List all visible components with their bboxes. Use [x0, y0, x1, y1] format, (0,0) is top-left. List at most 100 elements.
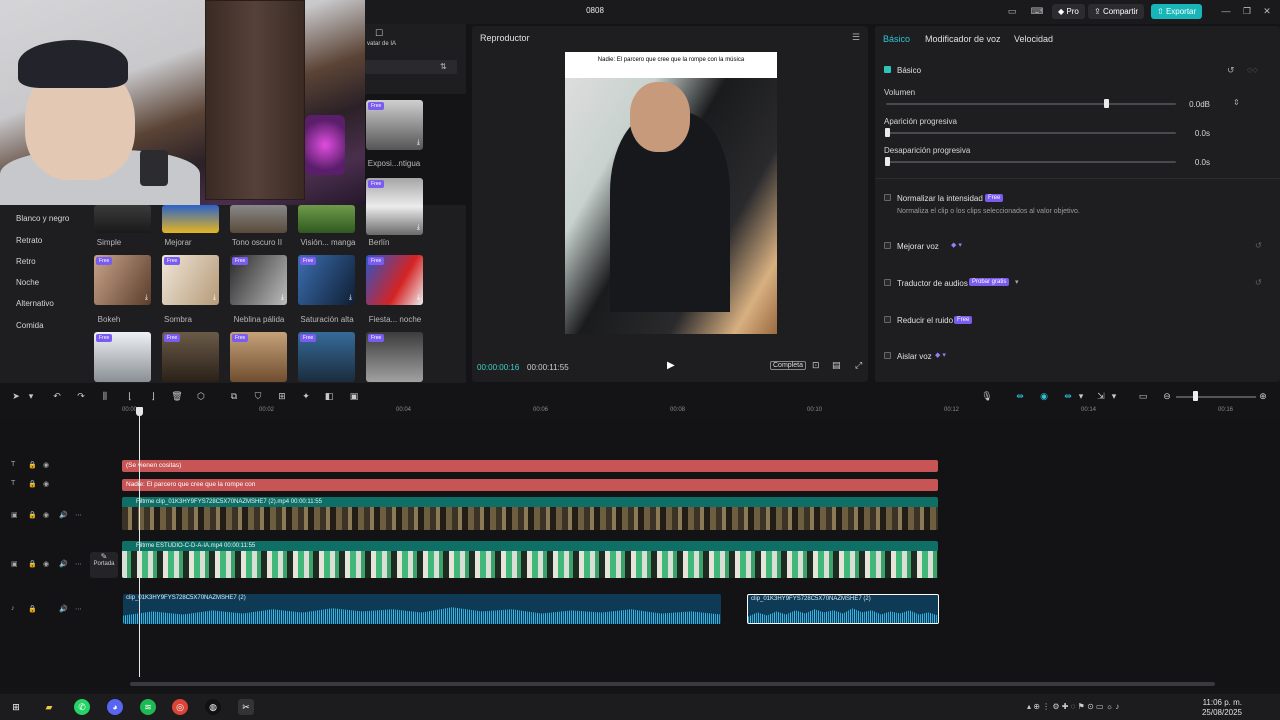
reset-icon[interactable]: ↺ [1227, 65, 1235, 76]
speaker-icon[interactable]: 🔊 [59, 560, 68, 568]
avatar-icon[interactable]: ☐ [375, 28, 383, 39]
category-food[interactable]: Comida [16, 321, 44, 330]
volume-slider[interactable] [886, 103, 1176, 105]
eye-icon[interactable]: ◉ [43, 480, 49, 488]
enhance-voice-checkbox[interactable] [884, 242, 891, 249]
category-portrait[interactable]: Retrato [16, 236, 42, 245]
more-icon[interactable]: ⋯ [75, 560, 82, 568]
file-explorer-icon[interactable]: ▰ [41, 699, 57, 715]
reset-icon[interactable]: ↺ [1255, 241, 1262, 250]
windows-start-icon[interactable]: ⊞ [8, 699, 24, 715]
tab-voice-changer[interactable]: Modificador de voz [925, 34, 1001, 44]
audio-clip-selected[interactable]: clip_01K3HY9FYS728C5X70NAZMSHE7 (2) [747, 594, 939, 624]
preview-axis-icon[interactable]: ⇲ [1095, 390, 1107, 402]
ratio-icon[interactable]: ▤ [832, 360, 841, 371]
fade-in-slider[interactable] [886, 132, 1176, 134]
download-icon[interactable]: ⤓ [213, 294, 216, 302]
basic-section-checkbox[interactable] [884, 66, 891, 73]
trim-right-icon[interactable]: ⌋ [147, 390, 159, 402]
lock-icon[interactable]: 🔒 [28, 511, 37, 519]
video-clip[interactable]: Filtrme clip_01K3HY9FYS728C5X70NAZMSHE7 … [122, 497, 938, 530]
keyframe-icon[interactable]: ◇◇ [1247, 66, 1258, 74]
export-button[interactable]: ⇧ Exportar [1151, 4, 1203, 19]
whatsapp-icon[interactable]: ✆ [74, 699, 90, 715]
filter-thumb-berlin[interactable]: Free ⤓ [366, 178, 423, 235]
volume-stepper[interactable]: ⇕ [1233, 98, 1240, 107]
close-icon[interactable]: ✕ [1260, 6, 1274, 17]
normalize-checkbox[interactable] [884, 194, 891, 201]
obs-icon[interactable]: ◍ [205, 699, 221, 715]
spotify-icon[interactable]: ≋ [140, 699, 156, 715]
redo-icon[interactable]: ↷ [75, 390, 87, 402]
category-retro[interactable]: Retro [16, 257, 36, 266]
text-clip[interactable]: Nadie: El parcero que cree que la rompe … [122, 479, 938, 491]
download-icon[interactable]: ⤓ [145, 294, 148, 302]
frame-icon[interactable]: ▣ [348, 390, 360, 402]
lock-icon[interactable]: 🔒 [28, 560, 37, 568]
chevron-down-icon[interactable]: ▾ [1015, 278, 1019, 286]
audio-translator-checkbox[interactable] [884, 279, 891, 286]
filter-thumb-mejorar[interactable] [162, 205, 219, 233]
reset-icon[interactable]: ↺ [1255, 278, 1262, 287]
share-button[interactable]: ⇪ Compartir [1088, 4, 1145, 19]
discord-icon[interactable]: ◕ [107, 699, 123, 715]
category-night[interactable]: Noche [16, 278, 39, 287]
mirror-icon[interactable]: ◧ [323, 390, 335, 402]
filter-thumb-bokeh[interactable]: Free ⤓ [94, 255, 151, 305]
filter-thumb-neblina[interactable]: Free ⤓ [230, 255, 287, 305]
more-icon[interactable]: ⋯ [75, 511, 82, 519]
filter-thumb-saturacion[interactable]: Free ⤓ [298, 255, 355, 305]
marker-icon[interactable]: ⬡ [195, 390, 207, 402]
playhead[interactable] [139, 407, 140, 677]
play-icon[interactable]: ▶ [667, 360, 675, 371]
chevron-down-icon[interactable]: ▾ [1075, 390, 1087, 402]
chrome-icon[interactable]: ◎ [172, 699, 188, 715]
aspect-ratio-button[interactable]: Completa [770, 361, 806, 370]
maximize-icon[interactable]: ❐ [1240, 6, 1254, 17]
filter-thumb-row2-1[interactable]: Free [94, 332, 151, 382]
magnet-icon[interactable]: ◉ [1038, 390, 1050, 402]
filter-thumb-sombra[interactable]: Free ⤓ [162, 255, 219, 305]
fade-out-slider[interactable] [886, 161, 1176, 163]
select-tool-icon[interactable]: ➤ [10, 390, 22, 402]
fade-out-value[interactable]: 0.0s [1180, 158, 1210, 167]
microphone-icon[interactable]: 🎙 [981, 390, 993, 402]
eye-icon[interactable]: ◉ [43, 560, 49, 568]
split-icon[interactable]: ⫼ [99, 390, 111, 402]
category-alternative[interactable]: Alternativo [16, 299, 54, 308]
filter-thumb-vision[interactable] [298, 205, 355, 233]
fullscreen-icon[interactable]: ⤢ [855, 360, 862, 371]
grid-icon[interactable]: ⊞ [276, 390, 288, 402]
snap-icon[interactable]: ⇹ [1062, 390, 1074, 402]
link-icon[interactable]: ⇹ [1014, 390, 1026, 402]
noise-reduction-checkbox[interactable] [884, 316, 891, 323]
zoom-slider[interactable] [1176, 396, 1256, 398]
text-clip[interactable]: (Se vienen cositas) [122, 460, 938, 472]
filter-thumb-row2-5[interactable]: Free [366, 332, 423, 382]
filter-sort-icon[interactable]: ⇅ [440, 62, 447, 71]
category-bw[interactable]: Blanco y negro [16, 214, 69, 223]
capcut-icon[interactable]: ✂ [238, 699, 254, 715]
shield-icon[interactable]: ⛉ [252, 390, 264, 402]
caption-icon[interactable]: ▭ [1137, 390, 1149, 402]
tab-speed[interactable]: Velocidad [1014, 34, 1053, 44]
filter-thumb-exposicion[interactable]: Free ⤓ [366, 100, 423, 150]
system-clock[interactable]: 11:06 p. m. 25/08/2025 [1202, 698, 1242, 718]
download-icon[interactable]: ⤓ [349, 294, 352, 302]
layout-icon[interactable]: ▭ [1005, 6, 1019, 17]
filter-thumb-row2-3[interactable]: Free [230, 332, 287, 382]
pro-button[interactable]: ◆ Pro [1052, 4, 1085, 19]
download-icon[interactable]: ⤓ [281, 294, 284, 302]
chevron-down-icon[interactable]: ▾ [1108, 390, 1120, 402]
filter-thumb-row2-2[interactable]: Free [162, 332, 219, 382]
player-menu-icon[interactable]: ☰ [852, 32, 860, 43]
main-video-clip[interactable]: Filtrme ESTUDIO-C-D-A-IA.mp4 00:00:11:55 [122, 541, 938, 578]
speaker-icon[interactable]: 🔊 [59, 511, 68, 519]
undo-icon[interactable]: ↶ [51, 390, 63, 402]
tray-icons[interactable]: ▴ ⊕ ⋮ ⚙ ✚ ◌ ⚑ ⊙ ▭ ☼ ♪ [1027, 702, 1119, 711]
trim-left-icon[interactable]: ⌊ [124, 390, 136, 402]
isolate-voice-checkbox[interactable] [884, 352, 891, 359]
zoom-slider-knob[interactable] [1193, 391, 1198, 401]
ai-avatar-tab-label[interactable]: vatar de IA [367, 41, 396, 47]
zoom-in-icon[interactable]: ⊕ [1257, 390, 1269, 402]
